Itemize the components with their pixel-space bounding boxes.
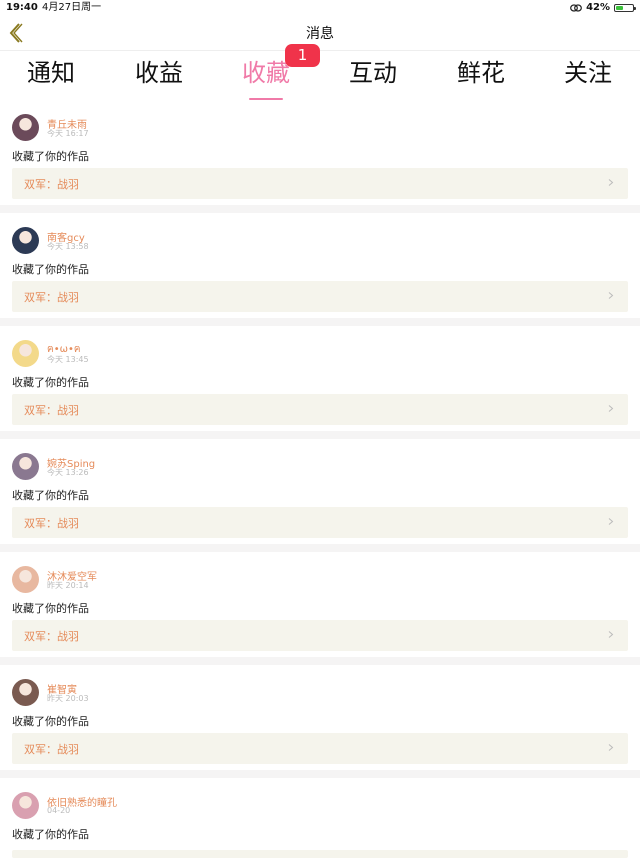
timestamp: 昨天 20:03 xyxy=(47,694,89,703)
work-link[interactable]: 双军：战羽 xyxy=(12,394,628,425)
action-text: 收藏了你的作品 xyxy=(12,376,89,389)
link-icon xyxy=(570,3,582,12)
list-item[interactable]: 婉苏Sping 今天 13:26 收藏了你的作品 双军：战羽 xyxy=(0,439,640,544)
status-time: 19:40 xyxy=(6,2,38,13)
tab-favorites-label: 收藏 xyxy=(242,59,290,87)
timestamp: 今天 16:17 xyxy=(47,129,89,138)
avatar[interactable] xyxy=(12,340,39,367)
list-item[interactable]: 南客gcy 今天 13:58 收藏了你的作品 双军：战羽 xyxy=(0,213,640,318)
action-text: 收藏了你的作品 xyxy=(12,602,89,615)
avatar[interactable] xyxy=(12,453,39,480)
action-text: 收藏了你的作品 xyxy=(12,263,89,276)
work-title: 双军：战羽 xyxy=(24,743,79,756)
avatar[interactable] xyxy=(12,227,39,254)
work-link[interactable]: 双军：战羽 xyxy=(12,281,628,312)
chevron-right-icon xyxy=(608,631,614,638)
work-link[interactable]: 双军：战羽 xyxy=(12,507,628,538)
timestamp: 昨天 20:14 xyxy=(47,581,89,590)
tab-flowers[interactable]: 鲜花 xyxy=(436,57,526,89)
tab-interactions[interactable]: 互动 xyxy=(328,57,418,89)
tab-bar: 通知 收益 收藏 互动 鲜花 关注 xyxy=(0,51,640,100)
timestamp: 04-20 xyxy=(47,806,71,815)
battery-percent: 42% xyxy=(586,2,610,13)
avatar[interactable] xyxy=(12,679,39,706)
work-link[interactable]: 双军：战羽 xyxy=(12,620,628,651)
work-title: 双军：战羽 xyxy=(24,291,79,304)
timestamp: 今天 13:26 xyxy=(47,468,89,477)
list-item[interactable]: 青丘未雨 今天 16:17 收藏了你的作品 双军：战羽 xyxy=(0,100,640,205)
chevron-right-icon xyxy=(608,518,614,525)
battery-fill xyxy=(616,5,623,10)
chevron-right-icon xyxy=(608,179,614,186)
action-text: 收藏了你的作品 xyxy=(12,715,89,728)
work-title: 双军：战羽 xyxy=(24,178,79,191)
timestamp: 今天 13:45 xyxy=(47,355,89,364)
list-item[interactable]: 依旧熟悉的瞳孔 04-20 收藏了你的作品 xyxy=(0,778,640,858)
battery-icon xyxy=(614,3,636,12)
work-link[interactable]: 双军：战羽 xyxy=(12,733,628,764)
action-text: 收藏了你的作品 xyxy=(12,150,89,163)
page-title: 消息 xyxy=(306,26,334,42)
work-title: 双军：战羽 xyxy=(24,517,79,530)
work-title: 双军：战羽 xyxy=(24,404,79,417)
list-item[interactable]: 崔智寅 昨天 20:03 收藏了你的作品 双军：战羽 xyxy=(0,665,640,770)
avatar[interactable] xyxy=(12,566,39,593)
status-right: 42% xyxy=(570,0,636,15)
tab-following[interactable]: 关注 xyxy=(543,57,633,89)
chevron-right-icon xyxy=(608,405,614,412)
chevron-right-icon xyxy=(608,744,614,751)
work-title: 双军：战羽 xyxy=(24,630,79,643)
work-link[interactable]: 双军：战羽 xyxy=(12,168,628,199)
timestamp: 今天 13:58 xyxy=(47,242,89,251)
avatar[interactable] xyxy=(12,114,39,141)
list-item[interactable]: 沐沐爱空军 昨天 20:14 收藏了你的作品 双军：战羽 xyxy=(0,552,640,657)
action-text: 收藏了你的作品 xyxy=(12,828,89,841)
unread-badge: 1 xyxy=(285,44,320,67)
status-bar: 19:40 4月27日周一 42% xyxy=(0,0,640,15)
action-text: 收藏了你的作品 xyxy=(12,489,89,502)
nav-bar: 消息 xyxy=(0,15,640,51)
list-item[interactable]: ฅ•ω•ฅ 今天 13:45 收藏了你的作品 双军：战羽 xyxy=(0,326,640,431)
status-date: 4月27日周一 xyxy=(42,2,102,13)
avatar[interactable] xyxy=(12,792,39,819)
tab-earnings[interactable]: 收益 xyxy=(114,57,204,89)
tab-notifications[interactable]: 通知 xyxy=(6,57,96,89)
chevron-right-icon xyxy=(608,292,614,299)
work-link[interactable] xyxy=(12,850,628,858)
